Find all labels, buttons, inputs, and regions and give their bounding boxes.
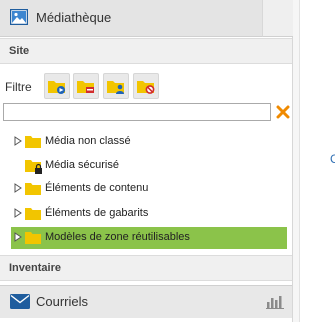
tree-item-label: Modèles de zone réutilisables — [45, 231, 190, 243]
header-side-button[interactable] — [262, 0, 293, 37]
tree-item-modeles-de-zone[interactable]: Modèles de zone réutilisables — [11, 227, 287, 249]
content-fragment-text[interactable]: C — [330, 152, 335, 166]
folder-red-badge-icon — [77, 81, 94, 93]
folder-blue-badge-icon — [48, 81, 65, 94]
folder-icon — [25, 208, 41, 220]
folder-icon — [25, 136, 41, 148]
tree-item-label: Média non classé — [45, 135, 131, 147]
image-icon — [9, 8, 29, 28]
filter-folder-blue-button[interactable] — [44, 73, 70, 99]
courriels-label: Courriels — [36, 294, 89, 309]
tree-item-label: Éléments de contenu — [45, 182, 149, 194]
filter-folder-user-button[interactable] — [103, 73, 129, 99]
filter-search-input[interactable] — [3, 103, 271, 121]
folder-forbidden-icon — [137, 81, 155, 94]
folder-icon — [25, 183, 41, 195]
folder-user-icon — [107, 81, 124, 94]
tree-item-label: Éléments de gabarits — [45, 207, 149, 219]
tree-item-elements-de-gabarits[interactable]: Éléments de gabarits — [11, 203, 287, 225]
tree-item-media-securise[interactable]: Média sécurisé — [11, 155, 287, 177]
filter-folder-forbidden-button[interactable] — [133, 73, 159, 99]
media-library-header[interactable]: Médiathèque — [0, 0, 262, 37]
media-library-title: Médiathèque — [36, 10, 112, 25]
tree-item-media-non-classe[interactable]: Média non classé — [11, 131, 287, 153]
tree-item-label: Média sécurisé — [45, 159, 119, 171]
filter-label: Filtre — [5, 80, 32, 94]
filter-folder-red-button[interactable] — [73, 73, 99, 99]
site-section-title: Site — [0, 38, 292, 64]
folder-icon — [25, 232, 41, 244]
stage: Médiathèque Site Filtre Média non classé… — [0, 0, 335, 322]
locked-folder-icon — [25, 160, 42, 174]
expand-arrow-icon[interactable] — [14, 136, 22, 146]
inventaire-section-title: Inventaire — [0, 255, 292, 281]
clear-x-icon — [276, 105, 290, 119]
media-library-panel: Médiathèque Site Filtre Média non classé… — [0, 0, 293, 322]
mail-icon — [10, 294, 30, 312]
expand-arrow-icon[interactable] — [14, 232, 22, 242]
courriels-panel-header[interactable]: Courriels — [0, 285, 292, 318]
main-content-area: C — [293, 0, 335, 322]
clear-filter-button[interactable] — [276, 105, 290, 119]
bar-chart-icon[interactable] — [266, 295, 284, 312]
tree-item-elements-de-contenu[interactable]: Éléments de contenu — [11, 178, 287, 200]
expand-arrow-icon[interactable] — [14, 208, 22, 218]
expand-arrow-icon[interactable] — [14, 183, 22, 193]
